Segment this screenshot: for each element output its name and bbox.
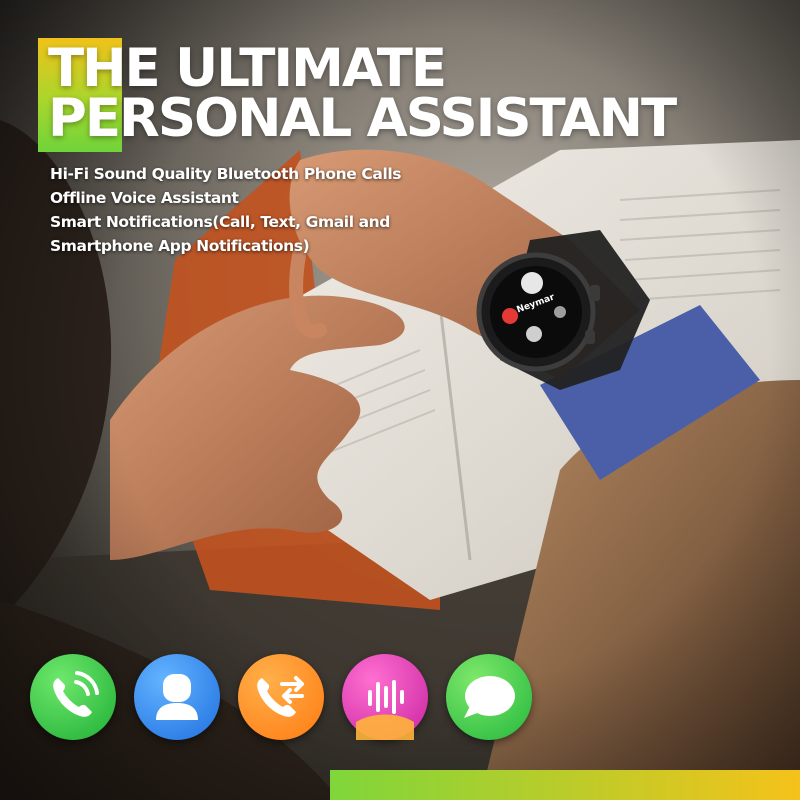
feature-item: Smartphone App Notifications) [50, 237, 310, 255]
message-icon [446, 654, 532, 740]
contacts-icon [134, 654, 220, 740]
bottom-accent-bar [330, 770, 800, 800]
phone-call-icon [30, 654, 116, 740]
feature-list: Hi-Fi Sound Quality Bluetooth Phone Call… [50, 162, 401, 258]
headline: THE ULTIMATE PERSONAL ASSISTANT [48, 38, 677, 149]
feature-item: Smart Notifications(Call, Text, Gmail an… [50, 213, 390, 231]
call-transfer-icon [238, 654, 324, 740]
feature-icon-row [30, 654, 540, 744]
headline-line-2: PERSONAL ASSISTANT [48, 88, 677, 149]
headline-line-1: THE ULTIMATE [48, 38, 447, 99]
voice-assistant-icon [342, 654, 428, 740]
feature-item: Hi-Fi Sound Quality Bluetooth Phone Call… [50, 165, 402, 183]
feature-item: Offline Voice Assistant [50, 189, 239, 207]
